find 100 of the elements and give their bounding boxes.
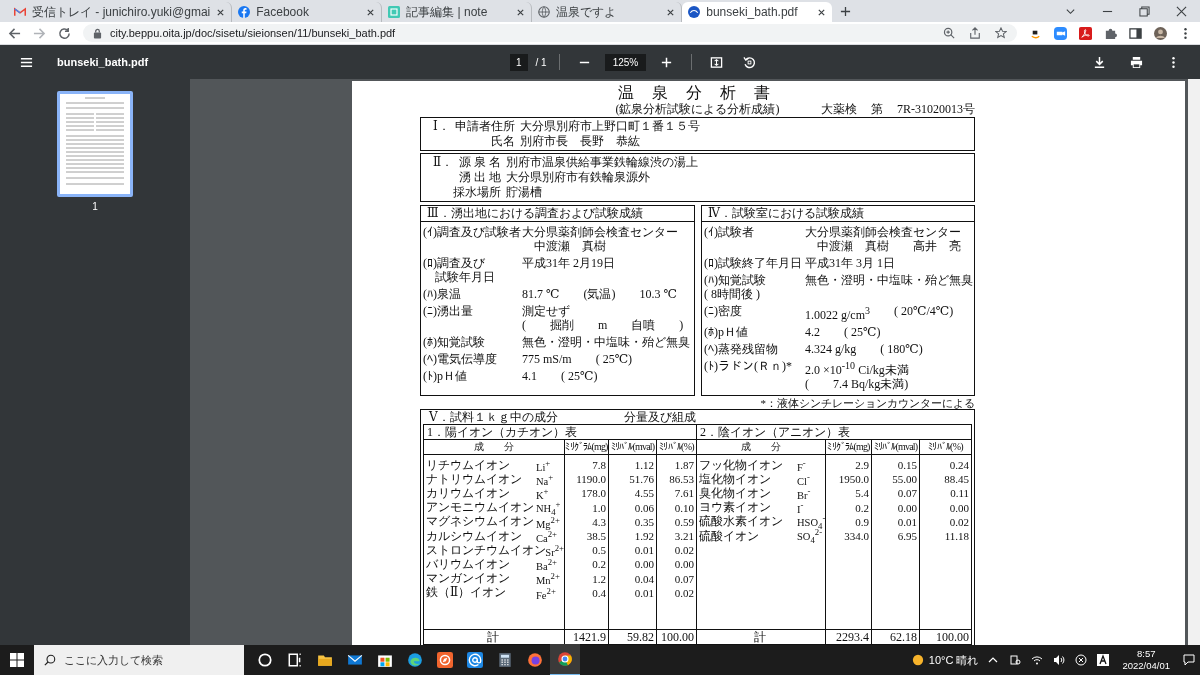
field-value: 81.7 ℃ (522, 287, 560, 301)
close-icon[interactable] (1176, 6, 1187, 17)
table-cell: 0.2 (592, 558, 606, 571)
field-value: 自噴 (631, 318, 656, 332)
close-icon[interactable] (366, 7, 376, 17)
app-icon[interactable] (1097, 654, 1110, 666)
address-bar[interactable]: city.beppu.oita.jp/doc/sisetu/sieionsen/11/bunseki_bath.pdf (83, 24, 1017, 42)
page-field[interactable]: 1 (510, 53, 528, 71)
device-icon[interactable] (1009, 654, 1022, 666)
avatar-icon[interactable] (1154, 26, 1167, 40)
reference-number: 第 (871, 102, 883, 116)
field-value: m (598, 318, 608, 332)
field-label: (ﾄ)ラドン(Ｒｎ)* (704, 359, 793, 373)
footnote: *：液体シンチレーションカウンターによる (759, 397, 975, 409)
rotate-icon[interactable] (743, 55, 757, 69)
ion-name: ヨウ素イオン (699, 499, 772, 515)
field-value: 無色・澄明・中塩味・殆ど無臭 (522, 335, 690, 349)
chrome-icon[interactable] (550, 644, 580, 675)
table-cell: 0.02 (674, 586, 694, 599)
puzzle-icon[interactable] (1104, 26, 1117, 40)
weather-text[interactable]: 10°C 晴れ (928, 652, 979, 668)
field-value: 775 mS/m (522, 352, 572, 366)
field-value: 別府市長 長野 恭紘 (520, 134, 640, 149)
close-icon[interactable] (516, 7, 526, 17)
field-value: 大分県別府市有鉄輪泉源外 (506, 170, 650, 185)
section-title: Ⅴ．試料１ｋｇ中の成分 (429, 410, 558, 424)
field-label: 採水場所 (453, 185, 501, 200)
blocked-icon[interactable] (1075, 654, 1088, 666)
field-value: 中渡瀬 真樹 (533, 239, 606, 253)
table-cell: 4.55 (634, 487, 654, 500)
clock-time[interactable]: 8:57 (1136, 648, 1156, 660)
field-label: (ｲ)調査及び試験者 (423, 225, 522, 239)
pdf-icon[interactable] (1079, 26, 1092, 40)
share-icon[interactable] (969, 27, 981, 39)
table-cell: 0.15 (897, 459, 917, 471)
ion-formula: Mn$^{2+}$ (536, 571, 560, 586)
file-name: bunseki_bath.pdf (57, 56, 149, 68)
field-label: 申請者住所 (454, 119, 515, 134)
print-icon[interactable] (1130, 55, 1143, 69)
table-cell: 0.9 (855, 515, 869, 528)
reload-icon[interactable] (58, 26, 71, 40)
field-label: (ﾎ)pＨ値 (704, 325, 749, 339)
column-header: ﾐﾘﾊﾞﾙ(%) (919, 440, 971, 454)
table-cell: 88.45 (944, 473, 969, 486)
clock-date[interactable]: 2022/04/01 (1122, 660, 1170, 672)
close-icon[interactable] (817, 7, 827, 17)
column-header: 成 分 (740, 440, 782, 454)
field-label: (ﾄ)pＨ値 (423, 369, 468, 383)
ion-name: アンモニウムイオン (426, 499, 535, 516)
total-label: 計 (487, 630, 499, 644)
ion-formula: Br$^{-}$ (797, 486, 811, 501)
sun-icon[interactable] (911, 654, 924, 666)
speaker-icon[interactable] (1053, 654, 1066, 666)
browser-tab[interactable]: bunseki_bath.pdf (682, 2, 833, 22)
wifi-icon[interactable] (1031, 654, 1044, 666)
ion-formula: Mg$^{2+}$ (536, 514, 560, 530)
star-icon[interactable] (995, 27, 1007, 39)
field-value: ) (679, 318, 684, 332)
field-value: 貯湯槽 (506, 185, 542, 200)
back-icon[interactable] (8, 26, 21, 40)
chevron-down-icon[interactable] (1065, 6, 1076, 17)
lock-icon[interactable] (93, 27, 102, 39)
video-call-icon[interactable] (1054, 26, 1067, 40)
close-icon[interactable] (216, 7, 226, 17)
page-number: 1 (92, 201, 98, 212)
windows-start-icon[interactable] (10, 653, 24, 667)
close-icon[interactable] (666, 7, 676, 17)
table-cell: 1190.0 (576, 473, 606, 486)
column-header: ﾐﾘｸﾞﾗﾑ(mg) (825, 440, 871, 454)
scrollbar[interactable] (1188, 79, 1200, 645)
download-icon[interactable] (1093, 55, 1106, 69)
restore-icon[interactable] (1139, 6, 1150, 17)
new-tab-icon[interactable] (840, 6, 852, 17)
menu-icon[interactable] (20, 55, 33, 69)
table-cell: 0.07 (674, 572, 694, 585)
ion-formula: Fe$^{2+}$ (536, 585, 556, 601)
field-value: ( 20℃/4℃) (894, 304, 954, 320)
field-value: ( (805, 377, 809, 391)
table-cell: 0.07 (897, 487, 917, 500)
section-title: Ⅲ．湧出地における調査および試験成績 (421, 206, 694, 222)
ion-name: ストロンチウムイオン (426, 542, 546, 559)
section-number: Ⅰ． (432, 119, 451, 134)
table-cell: 0.06 (634, 501, 654, 514)
field-label: 試験年月日 (434, 270, 496, 284)
zoom-icon[interactable] (943, 27, 955, 39)
field-label: (ﾎ)知覚試験 (423, 335, 486, 349)
notification-icon[interactable] (1183, 654, 1195, 666)
fit-page-icon[interactable] (710, 55, 724, 69)
table-cell: 55.00 (892, 473, 917, 486)
search-field[interactable]: ここに入力して検索 (34, 645, 244, 675)
table-cell: 100.00 (936, 630, 969, 644)
ion-name: カリウムイオン (426, 485, 511, 502)
zoom-in-icon[interactable] (660, 55, 674, 69)
zoom-field[interactable]: 125% (604, 53, 647, 71)
table-cell: 0.01 (634, 544, 654, 557)
field-value: 10.3 ℃ (639, 287, 677, 301)
page-thumbnail[interactable] (57, 91, 133, 197)
field-label: 湧 出 地 (458, 170, 501, 185)
sidebar-icon[interactable] (1129, 26, 1142, 40)
field-value: ( (522, 318, 526, 332)
